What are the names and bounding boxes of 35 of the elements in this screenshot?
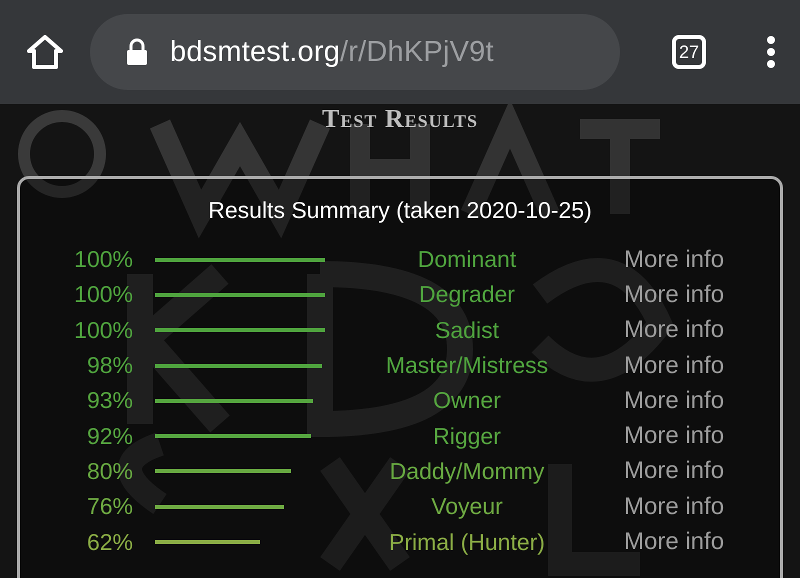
result-percent: 76% — [86, 493, 133, 520]
home-icon[interactable] — [26, 34, 64, 70]
more-info-link[interactable]: More info — [624, 280, 749, 309]
result-percent: 62% — [86, 528, 133, 556]
result-name: Daddy/Mommy — [388, 458, 546, 485]
result-name: Voyeur — [430, 493, 504, 520]
more-info-link[interactable]: More info — [624, 316, 749, 344]
more-info-link[interactable]: More info — [624, 246, 749, 274]
page-heading: Test Results — [322, 104, 478, 134]
more-info-link[interactable]: More info — [624, 492, 749, 521]
more-info-link[interactable]: More info — [624, 386, 749, 415]
result-percent: 100% — [73, 281, 133, 308]
result-percent: 100% — [73, 316, 133, 344]
url-text: bdsmtest.org/r/DhKPjV9t — [170, 36, 494, 68]
lock-icon — [126, 38, 148, 66]
result-name: Degrader — [418, 281, 516, 308]
menu-icon[interactable] — [766, 36, 776, 68]
more-info-link[interactable]: More info — [624, 352, 749, 380]
more-info-link[interactable]: More info — [624, 457, 749, 486]
result-percent: 100% — [73, 246, 133, 274]
address-bar[interactable]: bdsmtest.org/r/DhKPjV9t — [90, 14, 620, 90]
result-percent: 98% — [86, 352, 133, 380]
more-info-link[interactable]: More info — [624, 422, 749, 450]
summary-title: Results Summary (taken 2020-10-25) — [207, 197, 593, 224]
result-name: Primal (Hunter) — [388, 528, 546, 556]
more-info-link[interactable]: More info — [624, 528, 749, 556]
result-percent: 80% — [86, 458, 133, 485]
result-name: Dominant — [416, 246, 518, 274]
result-percent: 92% — [86, 422, 133, 450]
result-name: Owner — [432, 387, 502, 414]
tab-count-button[interactable]: 27 — [672, 35, 706, 69]
result-name: Sadist — [434, 316, 500, 344]
result-percent: 93% — [86, 387, 133, 414]
result-name: Master/Mistress — [384, 352, 550, 380]
result-name: Rigger — [432, 422, 502, 450]
